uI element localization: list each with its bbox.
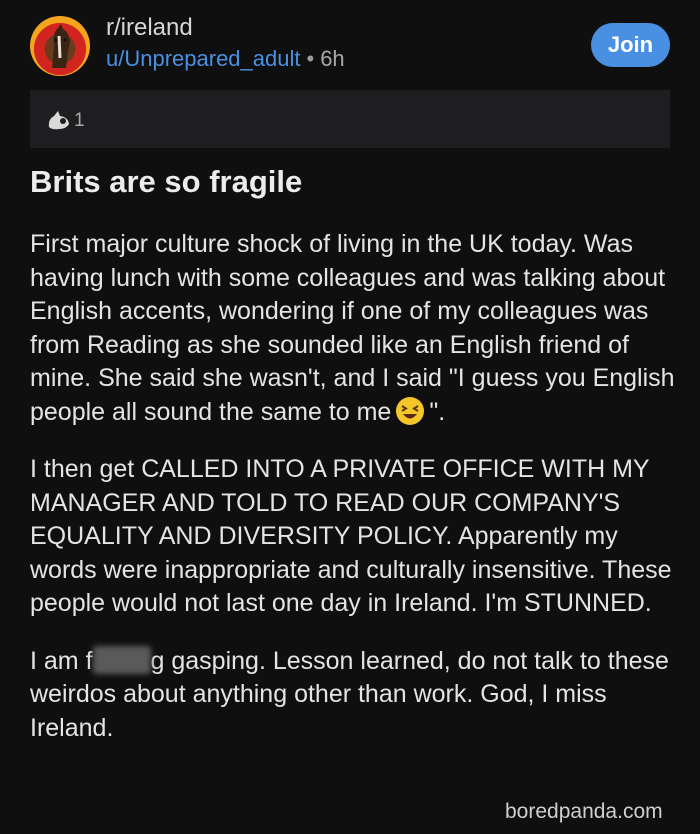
redacted-word [92,645,151,674]
join-button[interactable]: Join [591,23,670,67]
paragraph-1-end: ". [429,397,446,426]
post-age: 6h [320,46,345,71]
award-count: 1 [74,110,85,131]
paragraph-1: First major culture shock of living in t… [30,228,680,429]
laughing-emoji-icon [396,396,425,425]
paragraph-3-start: I am f [30,646,93,675]
paragraph-3: I am fg gasping. Lesson learned, do not … [30,645,680,746]
post-body: First major culture shock of living in t… [30,228,680,769]
horse-icon [52,24,70,68]
author-username[interactable]: u/Unprepared_adult [106,46,300,71]
subreddit-avatar[interactable] [30,16,90,76]
awards-bar[interactable]: 1 [30,90,670,148]
post-header: r/ireland u/Unprepared_adult • 6h Join [0,0,700,90]
meta-separator: • [306,46,315,71]
subreddit-name[interactable]: r/ireland [106,14,193,42]
post-meta: u/Unprepared_adult • 6h [106,46,345,72]
watermark: boredpanda.com [505,800,663,823]
award-icon [48,111,69,130]
post-title[interactable]: Brits are so fragile [30,164,302,200]
paragraph-2: I then get CALLED INTO A PRIVATE OFFICE … [30,455,672,617]
paragraph-1-text: First major culture shock of living in t… [30,230,675,426]
